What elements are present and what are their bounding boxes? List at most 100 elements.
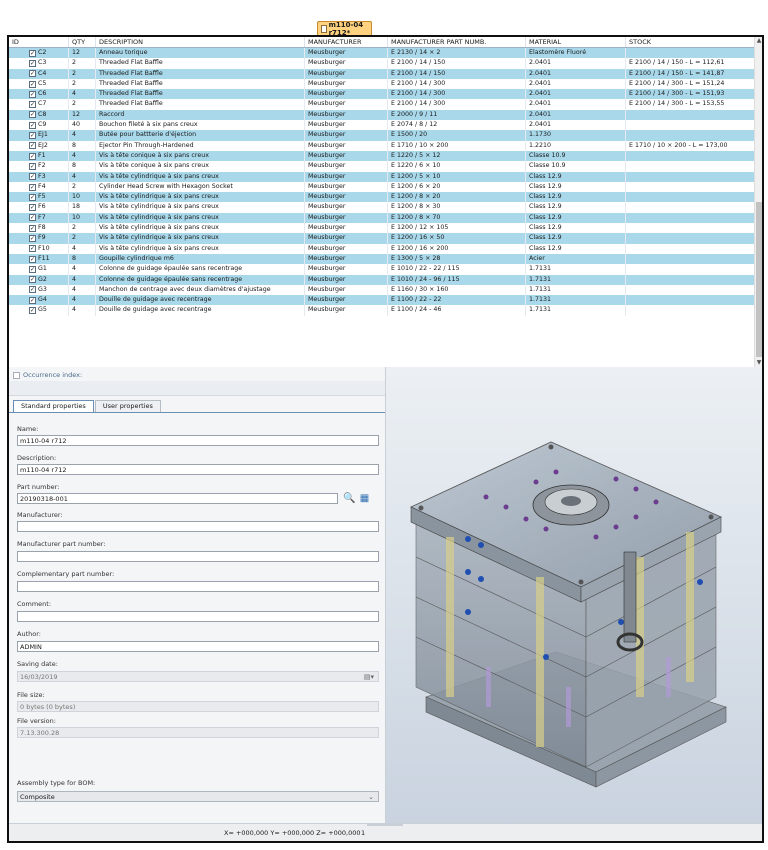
status-index: 1	[361, 829, 366, 837]
table-row[interactable]: ✓ C4 2 Threaded Flat Baffle Meusburger E 2100…	[9, 68, 762, 79]
checkbox-icon[interactable]: ✓	[29, 193, 36, 201]
checkbox-icon[interactable]: ✓	[29, 111, 36, 119]
checkbox-icon[interactable]: ✓	[29, 255, 36, 263]
table-cell-id: ✓ F6	[9, 202, 69, 213]
grid-header: ID QTY DESCRIPTION MANUFACTURER MANUFACT…	[9, 37, 762, 48]
grid-scrollbar[interactable]: ▲ ▼	[754, 37, 762, 367]
table-cell-id: ✓ F9	[9, 233, 69, 244]
occurrence-index[interactable]: Occurrence index:	[13, 371, 82, 379]
table-row[interactable]: ✓ G1 4 Colonne de guidage épaulée sans rece…	[9, 264, 762, 275]
column-header-id[interactable]: ID	[9, 37, 69, 47]
table-row[interactable]: ✓ F7 10 Vis à tête cylindrique à six pans c…	[9, 212, 762, 224]
table-cell-mat: 2.0401	[526, 78, 626, 90]
table-row[interactable]: ✓ F1 4 Vis à tête conique à six pans creux M…	[9, 150, 762, 162]
checkbox-icon[interactable]: ✓	[29, 59, 36, 67]
scroll-down-icon[interactable]: ▼	[755, 359, 762, 367]
table-cell-id: ✓ F3	[9, 171, 69, 182]
table-cell-mat: 2.0401	[526, 109, 626, 121]
description-field[interactable]: m110-04 r712	[17, 464, 379, 475]
table-cell-stock	[626, 274, 757, 285]
manufacturer-field[interactable]	[17, 521, 379, 532]
document-tab[interactable]: m110-04 r712*	[317, 21, 372, 37]
column-header-description[interactable]: DESCRIPTION	[96, 37, 305, 47]
checkbox-icon[interactable]: ✓	[29, 276, 36, 284]
table-row[interactable]: ✓ G4 4 Douille de guidage avec recentrage Me…	[9, 295, 762, 306]
scroll-thumb[interactable]	[756, 202, 762, 357]
checkbox-icon[interactable]: ✓	[29, 173, 36, 181]
author-field[interactable]: ADMIN	[17, 641, 379, 652]
table-row[interactable]: ✓ EJ1 4 Butée pour battterie d'éjection Meus…	[9, 130, 762, 141]
checkbox-icon[interactable]: ✓	[29, 152, 36, 160]
table-cell-mat: 1.7131	[526, 284, 626, 296]
chevron-down-icon[interactable]: ⌄	[368, 792, 374, 802]
column-header-manufacturer[interactable]: MANUFACTURER	[305, 37, 388, 47]
checkbox-icon[interactable]: ✓	[29, 286, 36, 294]
search-icon[interactable]: 🔍	[343, 493, 355, 504]
column-header-stock[interactable]: STOCK	[626, 37, 757, 47]
table-row[interactable]: ✓ F2 8 Vis à tête conique à six pans creux M…	[9, 161, 762, 172]
table-row[interactable]: ✓ F8 2 Vis à tête cylindrique à six pans cr…	[9, 223, 762, 234]
table-row[interactable]: ✓ F9 2 Vis à tête cylindrique à six pans cr…	[9, 233, 762, 244]
checkbox-icon[interactable]: ✓	[29, 121, 36, 129]
table-row[interactable]: ✓ EJ2 8 Ejector Pin Through-Hardened Meusbur…	[9, 140, 762, 151]
checkbox-icon[interactable]: ✓	[29, 307, 36, 315]
table-row[interactable]: ✓ F3 4 Vis à tête cylindrique à six pans cr…	[9, 171, 762, 182]
checkbox-icon[interactable]: ✓	[29, 265, 36, 273]
table-row[interactable]: ✓ F10 4 Vis à tête cylindrique à six pans c…	[9, 243, 762, 254]
table-row[interactable]: ✓ C8 12 Raccord Meusburger E 2000 / 9 / 11 2.0…	[9, 109, 762, 121]
column-header-material[interactable]: MATERIAL	[526, 37, 626, 47]
checkbox-icon[interactable]: ✓	[29, 49, 36, 57]
table-row[interactable]: ✓ C5 2 Threaded Flat Baffle Meusburger E 2100…	[9, 78, 762, 90]
checkbox-icon[interactable]: ✓	[29, 101, 36, 109]
checkbox-icon[interactable]: ✓	[29, 204, 36, 212]
checkbox-icon[interactable]: ✓	[29, 296, 36, 304]
3d-viewport[interactable]	[386, 367, 762, 823]
table-row[interactable]: ✓ F6 18 Vis à tête cylindrique à six pans c…	[9, 202, 762, 213]
checkbox-icon[interactable]: ✓	[29, 90, 36, 98]
table-row[interactable]: ✓ F11 8 Goupille cylindrique m6 Meusburger E …	[9, 253, 762, 265]
part-number-field[interactable]: 20190318-001	[17, 493, 338, 504]
table-cell-qty: 2	[69, 181, 96, 193]
checkbox-icon[interactable]: ✓	[29, 245, 36, 253]
checkbox-icon[interactable]: ✓	[29, 70, 36, 78]
table-row[interactable]: ✓ G3 4 Manchon de centrage avec deux diamèt…	[9, 284, 762, 296]
column-header-mpn[interactable]: MANUFACTURER PART NUMB.	[388, 37, 526, 47]
table-cell-stock	[626, 233, 757, 244]
table-row[interactable]: ✓ C3 2 Threaded Flat Baffle Meusburger E 2100…	[9, 58, 762, 69]
name-field[interactable]: m110-04 r712	[17, 435, 379, 446]
assembly-type-select[interactable]: Composite ⌄	[17, 791, 379, 802]
scroll-up-icon[interactable]: ▲	[755, 37, 762, 45]
checkbox-icon[interactable]: ✓	[29, 132, 36, 140]
checkbox-icon[interactable]: ✓	[29, 214, 36, 222]
mpn-field[interactable]	[17, 551, 379, 562]
table-cell-mat: 2.0401	[526, 68, 626, 79]
table-row[interactable]: ✓ F4 2 Cylinder Head Screw with Hexagon Soc…	[9, 181, 762, 193]
checkbox-icon[interactable]: ✓	[29, 183, 36, 191]
table-row[interactable]: ✓ C9 40 Bouchon fileté à six pans creux Meus…	[9, 120, 762, 131]
table-row[interactable]: ✓ G5 4 Douille de guidage avec recentrage Me…	[9, 305, 762, 316]
table-row[interactable]: ✓ G2 4 Colonne de guidage épaulée sans rece…	[9, 274, 762, 285]
tab-user-properties[interactable]: User properties	[94, 400, 161, 412]
checkbox-icon[interactable]: ✓	[29, 234, 36, 242]
tab-standard-properties[interactable]: Standard properties	[13, 400, 94, 412]
table-row[interactable]: ✓ C6 4 Threaded Flat Baffle Meusburger E 2100…	[9, 89, 762, 100]
splitter-grip[interactable]	[367, 824, 403, 826]
table-cell-id: ✓ F8	[9, 223, 69, 234]
checkbox-icon[interactable]: ✓	[29, 80, 36, 88]
checkbox-icon[interactable]: ✓	[29, 162, 36, 170]
checkbox-icon[interactable]	[13, 371, 20, 379]
table-cell-id: ✓ G4	[9, 295, 69, 306]
table-row[interactable]: ✓ C2 12 Anneau torique Meusburger E 2130 / 14…	[9, 48, 762, 59]
table-cell-desc: Vis à tête cylindrique à six pans creux	[96, 243, 305, 254]
grid-body: ✓ C2 12 Anneau torique Meusburger E 2130 / 14…	[9, 48, 762, 316]
browse-icon[interactable]: ▦	[359, 493, 370, 504]
cpn-field[interactable]	[17, 581, 379, 592]
comment-field[interactable]	[17, 611, 379, 622]
checkbox-icon[interactable]: ✓	[29, 142, 36, 150]
row-id-label: F5	[38, 193, 46, 201]
row-id-label: F1	[38, 151, 46, 159]
checkbox-icon[interactable]: ✓	[29, 224, 36, 232]
table-row[interactable]: ✓ F5 10 Vis à tête cylindrique à six pans c…	[9, 192, 762, 203]
table-row[interactable]: ✓ C7 2 Threaded Flat Baffle Meusburger E 2100…	[9, 99, 762, 110]
column-header-qty[interactable]: QTY	[69, 37, 96, 47]
